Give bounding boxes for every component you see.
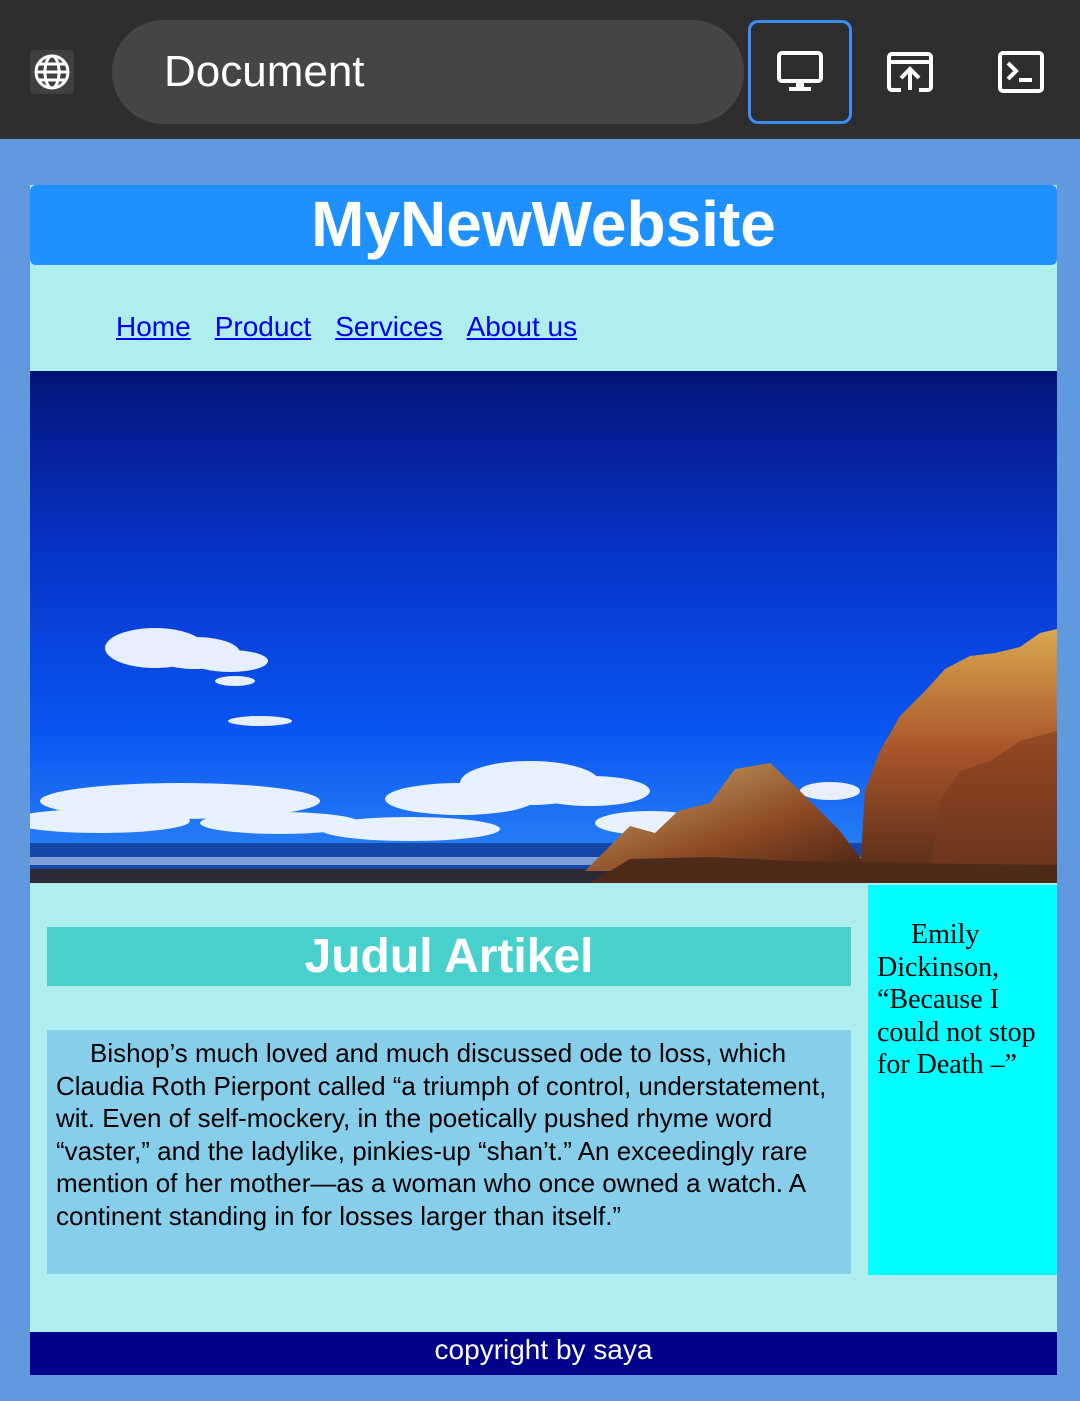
main-nav: Home Product Services About us [116,309,577,345]
address-bar[interactable]: Document [112,20,744,124]
open-in-browser-icon [887,52,933,92]
nav-link-services[interactable]: Services [335,309,442,345]
article-body: Bishop’s much loved and much discussed o… [47,1030,851,1274]
browser-toolbar: Document [0,0,1080,139]
globe-icon[interactable] [30,50,74,94]
nav-link-about-us[interactable]: About us [467,309,578,345]
site-title: MyNewWebsite [30,185,1057,265]
address-bar-title: Document [164,47,365,96]
terminal-icon [998,51,1044,93]
nav-link-home[interactable]: Home [116,309,191,345]
web-page: MyNewWebsite Home Product Services About… [30,185,1057,1375]
terminal-button[interactable] [969,20,1073,124]
article-title: Judul Artikel [47,927,851,986]
desktop-view-button[interactable] [748,20,852,124]
nav-link-product[interactable]: Product [215,309,312,345]
site-footer: copyright by saya [30,1332,1057,1375]
hero-image [30,371,1057,883]
open-in-browser-button[interactable] [858,20,962,124]
sidebar-quote: Emily Dickinson, “Because I could not st… [868,885,1057,1275]
desktop-icon [777,51,823,91]
